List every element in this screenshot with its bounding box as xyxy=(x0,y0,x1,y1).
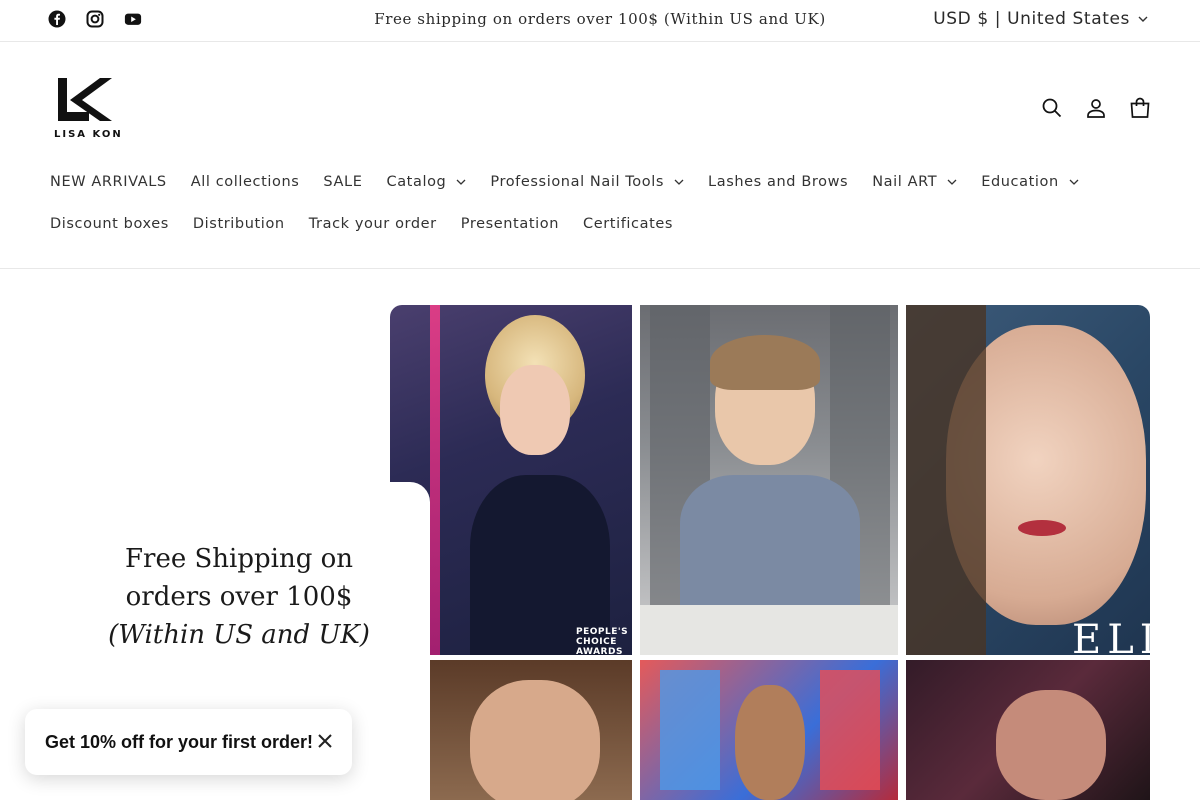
hero-title-main: Free Shipping on orders over 100$ xyxy=(124,544,354,612)
hero-photo-2 xyxy=(640,305,898,655)
hero-photo-5 xyxy=(640,660,898,800)
nav-label: Discount boxes xyxy=(50,216,169,232)
hero-photo-3: ELL xyxy=(906,305,1150,655)
chevron-down-icon xyxy=(456,177,466,187)
hero-title: Free Shipping on orders over 100$ (Withi… xyxy=(96,540,382,654)
chevron-down-icon xyxy=(947,177,957,187)
nav-label: Presentation xyxy=(460,216,559,232)
header-divider xyxy=(0,268,1200,269)
hero-image-collage: PEOPLE'S CHOICE AWARDS ELL xyxy=(390,305,1150,800)
nav-label: Certificates xyxy=(583,216,674,232)
nav-label: Nail ART xyxy=(872,174,938,190)
nav-item-distribution[interactable]: Distribution xyxy=(193,216,285,232)
nav-label: All collections xyxy=(190,174,300,190)
hero-photo-6 xyxy=(906,660,1150,800)
nav-label: Catalog xyxy=(386,174,447,190)
nav-item-education[interactable]: Education xyxy=(981,174,1079,190)
nav-item-catalog[interactable]: Catalog xyxy=(386,174,466,190)
nav-label: SALE xyxy=(323,174,363,190)
chevron-down-icon xyxy=(1138,14,1148,24)
nav-label: NEW ARRIVALS xyxy=(50,174,167,190)
nav-label: Track your order xyxy=(308,216,437,232)
discount-popup[interactable]: Get 10% off for your first order! xyxy=(25,709,352,775)
nav-label: Lashes and Brows xyxy=(708,174,849,190)
account-icon[interactable] xyxy=(1084,96,1108,120)
logo-text: LISA KON xyxy=(54,129,123,140)
elle-caption: ELL xyxy=(1072,617,1150,655)
chevron-down-icon xyxy=(1069,177,1079,187)
hero-photo-4 xyxy=(430,660,632,800)
close-icon[interactable] xyxy=(316,732,334,750)
nav-item-sale[interactable]: SALE xyxy=(323,174,362,190)
nav-item-lashes-and-brows[interactable]: Lashes and Brows xyxy=(708,174,848,190)
peoples-choice-caption: PEOPLE'S CHOICE AWARDS xyxy=(576,627,629,655)
main-nav-row-2: Discount boxes Distribution Track your o… xyxy=(50,216,697,232)
nav-label: Professional Nail Tools xyxy=(490,174,665,190)
nav-item-professional-nail-tools[interactable]: Professional Nail Tools xyxy=(490,174,684,190)
nav-item-nail-art[interactable]: Nail ART xyxy=(872,174,957,190)
popup-text: Get 10% off for your first order! xyxy=(45,731,314,752)
nav-item-track-your-order[interactable]: Track your order xyxy=(309,216,437,232)
nav-item-certificates[interactable]: Certificates xyxy=(583,216,673,232)
cart-icon[interactable] xyxy=(1128,96,1152,120)
nav-item-new-arrivals[interactable]: NEW ARRIVALS xyxy=(50,174,167,190)
chevron-down-icon xyxy=(674,177,684,187)
currency-label: USD $ | United States xyxy=(933,9,1130,29)
nav-item-discount-boxes[interactable]: Discount boxes xyxy=(50,216,169,232)
announcement-bar: Free shipping on orders over 100$ (Withi… xyxy=(0,0,1200,42)
nav-label: Education xyxy=(981,174,1059,190)
main-nav-row-1: NEW ARRIVALS All collections SALE Catalo… xyxy=(50,174,1103,190)
nav-label: Distribution xyxy=(192,216,285,232)
hero-title-italic: (Within US and UK) xyxy=(108,620,370,650)
currency-selector[interactable]: USD $ | United States xyxy=(933,9,1148,29)
nav-item-presentation[interactable]: Presentation xyxy=(461,216,559,232)
header-actions xyxy=(1040,96,1152,120)
search-icon[interactable] xyxy=(1040,96,1064,120)
nav-item-all-collections[interactable]: All collections xyxy=(191,174,300,190)
